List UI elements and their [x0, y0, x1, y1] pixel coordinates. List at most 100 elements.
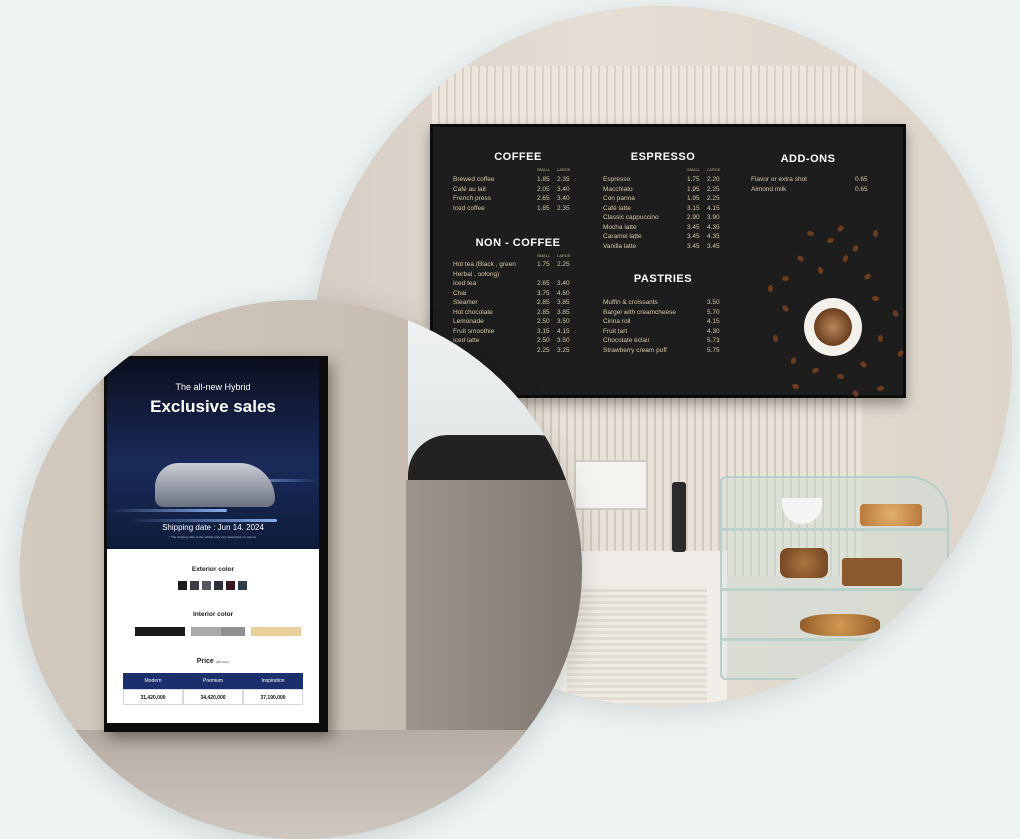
counter-front-panel [567, 586, 707, 706]
menu-item-row: Muffin & croissants 3.50 [603, 299, 720, 306]
menu-large-header: LARGE [557, 167, 571, 172]
menu-large-header: LARGE [557, 253, 571, 258]
menu-item-row: Brewed coffee 1.85 2.35 [453, 176, 570, 183]
menu-item-name: Fruit tart [603, 327, 628, 335]
interior-color-swatch[interactable] [135, 627, 185, 636]
kiosk-subtitle: The all-new Hybrid [175, 382, 251, 392]
menu-item-name: Caramel latte [603, 233, 642, 240]
menu-item-price: 2.90 [687, 214, 700, 221]
muffin-bowl [780, 548, 828, 578]
menu-pastries-title: PASTRIES [633, 273, 693, 285]
menu-item-row: Herbal , oolong) [453, 271, 499, 278]
menu-item-price: 3.40 [557, 195, 570, 202]
exterior-color-swatch[interactable] [226, 581, 235, 590]
menu-item-name: Classic cappuccino [603, 214, 659, 221]
menu-item-price: 3.40 [557, 185, 570, 193]
menu-item-name: Café au lait [453, 185, 486, 193]
menu-item-row: Flavor or extra shot 0.65 [751, 176, 868, 183]
menu-item-row: Strawberry cream puff 5.75 [603, 346, 720, 354]
menu-item-row: Con panna 1.95 2.25 [603, 195, 720, 202]
menu-item-price: 1.85 [537, 204, 550, 212]
menu-small-header: SMALL [537, 167, 551, 172]
menu-item-name: Chai [453, 289, 467, 297]
tart-plate [800, 614, 880, 636]
price-header-inspiration: Inspiration [243, 673, 303, 689]
coffee-crema [814, 308, 852, 346]
exterior-color-swatch[interactable] [214, 581, 223, 590]
pastry-display-case [720, 476, 949, 680]
menu-item-name: Chocolate éclair [603, 337, 650, 344]
menu-item-row: Iced tea 2.65 3.40 [453, 280, 570, 287]
exterior-color-swatch[interactable] [202, 581, 211, 590]
menu-item-row: Macchiato 1.95 2.25 [603, 185, 720, 193]
menu-item-price: 2.25 [557, 261, 570, 268]
menu-item-price: 4.15 [707, 318, 720, 325]
croissant-tray [860, 504, 922, 526]
interior-color-swatch[interactable] [251, 627, 301, 636]
exterior-color-swatch[interactable] [178, 581, 187, 590]
menu-item-price: 2.20 [707, 176, 720, 183]
menu-item-row: French press 2.65 3.40 [453, 195, 570, 202]
menu-noncoffee-title: NON - COFFEE [475, 237, 561, 249]
menu-item-row: Chocolate éclair 5.73 [603, 337, 720, 344]
menu-item-name: Mocha latte [603, 223, 637, 231]
menu-item-row: Bargel with creamcheese 5.70 [603, 308, 720, 316]
price-note: (VAT incl.) [215, 660, 230, 664]
price-label: Price (VAT incl.) [107, 658, 319, 665]
menu-item-name: Con panna [603, 195, 635, 202]
menu-item-price: 2.35 [557, 204, 570, 212]
menu-item-price: 4.60 [557, 289, 570, 297]
wood-slat-panel-top [432, 66, 862, 126]
menu-item-name: Macchiato [603, 185, 633, 193]
menu-item-row: Espresso 1.75 2.20 [603, 176, 720, 183]
case-shelf [722, 588, 947, 591]
light-streak [107, 509, 227, 512]
exterior-color-swatch[interactable] [238, 581, 247, 590]
menu-item-name: Iced tea [453, 280, 477, 287]
menu-item-row: Caramel latte 3.45 4.35 [603, 233, 720, 240]
pos-terminal [574, 460, 648, 510]
menu-item-price: 3.50 [707, 299, 720, 306]
menu-item-name: Espresso [603, 176, 631, 183]
exterior-color-label: Exterior color [191, 566, 235, 573]
menu-item-price: 1.95 [687, 185, 700, 193]
menu-item-name: Brewed coffee [453, 176, 495, 183]
menu-item-price: 4.15 [707, 204, 720, 212]
menu-item-name: Bargel with creamcheese [603, 308, 676, 316]
menu-item-price: 3.90 [707, 214, 720, 221]
car-showroom-photo: The all-new Hybrid Exclusive sales Shipp… [20, 300, 582, 839]
bowl [782, 498, 822, 524]
digital-signage-kiosk: The all-new Hybrid Exclusive sales Shipp… [104, 356, 328, 732]
menu-small-header: SMALL [687, 167, 701, 172]
menu-coffee-title: COFFEE [494, 151, 542, 163]
interior-color-label: Interior color [192, 611, 234, 618]
light-streak [127, 519, 277, 522]
menu-item-row: Chai 3.75 4.60 [453, 289, 570, 297]
menu-item-name: French press [453, 195, 491, 202]
menu-item-price: 0.65 [855, 185, 868, 193]
menu-item-row: Classic cappuccino 2.90 3.90 [603, 214, 720, 221]
menu-item-price: 1.75 [687, 176, 700, 183]
menu-item-name: Iced coffee [453, 204, 485, 212]
coffee-bean [782, 276, 789, 281]
case-shelf [722, 638, 947, 641]
menu-item-price: 3.45 [687, 223, 700, 231]
exterior-color-swatch[interactable] [190, 581, 199, 590]
menu-item-name: Muffin & croissants [603, 299, 658, 306]
menu-item-row: Almond milk 0.65 [751, 186, 868, 193]
menu-item-name: Cinna roll [603, 318, 631, 325]
menu-addons-title: ADD-ONS [780, 153, 836, 165]
interior-color-swatch[interactable] [191, 627, 221, 636]
menu-item-price: 4.35 [707, 223, 720, 231]
menu-item-row: Vanilla latte 3.45 3.45 [603, 243, 720, 250]
menu-item-name: Hot tea (Black , green [453, 261, 516, 268]
menu-item-row: Iced coffee 1.85 2.35 [453, 204, 570, 212]
menu-item-price: 3.45 [687, 233, 700, 240]
menu-item-name: Strawberry cream puff [603, 346, 667, 354]
pastry-tray [842, 558, 902, 586]
menu-item-price: 2.25 [707, 195, 720, 202]
price-title: Price [196, 658, 214, 665]
menu-item-price: 5.70 [707, 308, 720, 316]
menu-item-price: 1.85 [537, 176, 550, 183]
interior-color-swatch[interactable] [221, 627, 245, 636]
